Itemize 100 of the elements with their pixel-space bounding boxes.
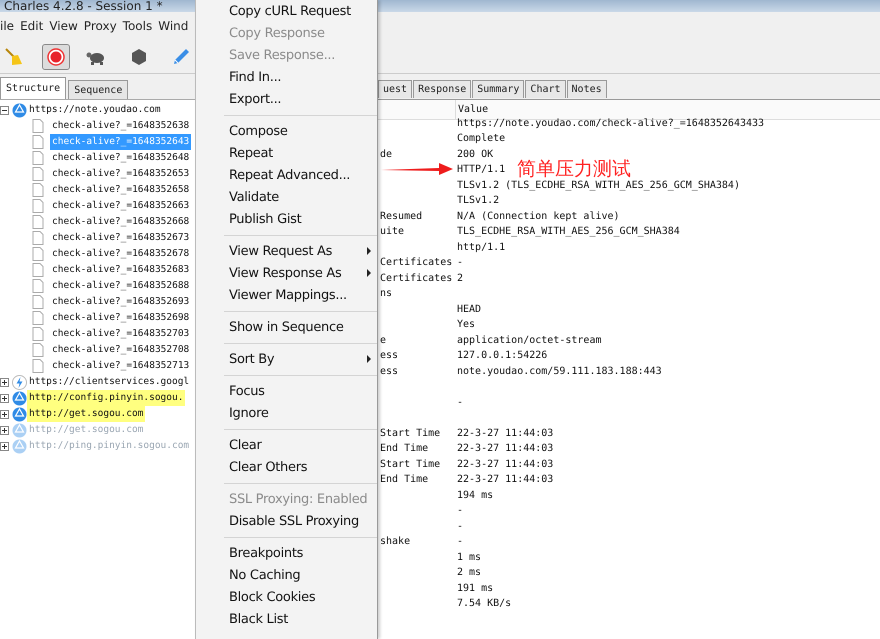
menu-title[interactable]: Edit bbox=[20, 19, 44, 33]
submenu-caret-icon bbox=[367, 355, 371, 363]
menu-item[interactable]: No Caching bbox=[224, 564, 377, 586]
menu-title[interactable]: ile bbox=[0, 19, 14, 33]
table-cell-text: 22-3-27 11:44:03 bbox=[456, 442, 554, 456]
table-cell-text: 194 ms bbox=[456, 488, 494, 502]
table-cell-text: http/1.1 bbox=[456, 240, 506, 254]
menu-item[interactable]: Clear Others bbox=[224, 456, 377, 478]
tree-item[interactable]: check-alive?_=1648352708 bbox=[50, 342, 192, 358]
table-cell-text: 1 ms bbox=[456, 550, 482, 564]
tree-item[interactable]: https://clientservices.googl bbox=[27, 374, 192, 390]
table-cell-text: - bbox=[456, 520, 464, 534]
table-cell-text: Start Time bbox=[379, 426, 440, 440]
expand-icon[interactable] bbox=[0, 442, 9, 450]
table-cell-text: application/octet-stream bbox=[456, 334, 602, 348]
tree-item[interactable]: check-alive?_=1648352703 bbox=[50, 326, 192, 342]
pen-icon bbox=[171, 46, 192, 66]
menu-item[interactable]: Export... bbox=[224, 88, 377, 110]
tree-item[interactable]: check-alive?_=1648352698 bbox=[50, 310, 192, 326]
table-cell-text: HEAD bbox=[456, 302, 482, 316]
tree-item[interactable]: check-alive?_=1648352653 bbox=[50, 166, 192, 182]
toolbar-button[interactable] bbox=[42, 44, 70, 70]
menu-item[interactable]: Ignore bbox=[224, 402, 377, 424]
menu-item[interactable]: Find In... bbox=[224, 66, 377, 88]
menu-title[interactable]: Wind bbox=[158, 19, 188, 33]
table-cell-text: 22-3-27 11:44:03 bbox=[456, 458, 554, 472]
tree-item[interactable]: check-alive?_=1648352688 bbox=[50, 278, 192, 294]
detail-tab[interactable]: Chart bbox=[525, 80, 566, 98]
table-cell-text: - bbox=[456, 256, 464, 270]
tree-item[interactable]: check-alive?_=1648352713 bbox=[50, 358, 192, 374]
menu-item[interactable]: Focus bbox=[224, 380, 377, 402]
view-tab[interactable]: Sequence bbox=[68, 80, 128, 99]
menu-item[interactable]: View Request As bbox=[224, 240, 377, 262]
table-cell-text: uite bbox=[379, 225, 404, 239]
tree-item[interactable]: check-alive?_=1648352648 bbox=[50, 150, 192, 166]
submenu-caret-icon bbox=[367, 269, 371, 277]
file-icon bbox=[32, 295, 44, 309]
file-icon bbox=[32, 327, 44, 341]
tree-item[interactable]: check-alive?_=1648352663 bbox=[50, 198, 192, 214]
menu-item[interactable]: Viewer Mappings... bbox=[224, 284, 377, 306]
tree-item[interactable]: check-alive?_=1648352668 bbox=[50, 214, 192, 230]
hexagon-icon bbox=[130, 48, 148, 66]
tree-item[interactable]: http://get.sogou.com bbox=[27, 406, 146, 422]
tree-item[interactable]: http://config.pinyin.sogou. bbox=[27, 390, 186, 406]
menu-item[interactable]: Breakpoints bbox=[224, 542, 377, 564]
menu-item[interactable]: View Response As bbox=[224, 262, 377, 284]
globe-icon bbox=[12, 390, 27, 406]
file-icon bbox=[32, 119, 44, 133]
file-icon bbox=[32, 359, 44, 373]
expand-icon[interactable] bbox=[0, 378, 9, 386]
tree-item[interactable]: check-alive?_=1648352693 bbox=[50, 294, 192, 310]
menu-title[interactable]: View bbox=[49, 19, 78, 33]
expand-icon[interactable] bbox=[0, 426, 9, 434]
table-cell-text: ns bbox=[379, 287, 392, 301]
menu-item[interactable]: Black List bbox=[224, 608, 377, 630]
detail-tab[interactable]: Notes bbox=[566, 80, 607, 98]
menu-item[interactable]: Copy cURL Request bbox=[224, 0, 377, 22]
submenu-caret-icon bbox=[367, 247, 371, 255]
window-title: Charles 4.2.8 - Session 1 * bbox=[4, 0, 163, 12]
tree-item[interactable]: check-alive?_=1648352658 bbox=[50, 182, 192, 198]
tree-item[interactable]: check-alive?_=1648352678 bbox=[50, 246, 192, 262]
detail-tab[interactable]: Summary bbox=[472, 80, 524, 98]
expand-icon[interactable] bbox=[0, 410, 9, 418]
table-cell-text: 191 ms bbox=[456, 582, 494, 596]
menu-item[interactable]: Disable SSL Proxying bbox=[224, 510, 377, 532]
menu-item[interactable]: Validate bbox=[224, 186, 377, 208]
menu-item[interactable]: Repeat Advanced... bbox=[224, 164, 377, 186]
menu-item[interactable]: Repeat bbox=[224, 142, 377, 164]
table-cell-text: 22-3-27 11:44:03 bbox=[456, 426, 554, 440]
expand-icon[interactable] bbox=[0, 394, 9, 402]
menu-item[interactable]: Publish Gist bbox=[224, 208, 377, 230]
file-icon bbox=[32, 343, 44, 357]
tree-item[interactable]: https://note.youdao.com bbox=[27, 102, 163, 118]
menu-item[interactable]: Show in Sequence bbox=[224, 316, 377, 338]
table-cell-text: TLS_ECDHE_RSA_WITH_AES_256_GCM_SHA384 bbox=[456, 225, 680, 239]
menu-title[interactable]: Proxy bbox=[84, 19, 117, 33]
tree-item[interactable]: check-alive?_=1648352638 bbox=[50, 118, 192, 134]
detail-tab[interactable]: uest bbox=[378, 80, 412, 98]
detail-tab[interactable]: Response bbox=[413, 80, 472, 98]
menu-item[interactable]: Sort By bbox=[224, 348, 377, 370]
tree-item[interactable]: check-alive?_=1648352673 bbox=[50, 230, 192, 246]
file-icon bbox=[32, 199, 44, 213]
broom-icon bbox=[4, 46, 24, 66]
file-icon bbox=[32, 151, 44, 165]
table-cell-text: - bbox=[456, 535, 464, 549]
menu-item[interactable]: Block Cookies bbox=[224, 586, 377, 608]
tree-item[interactable]: check-alive?_=1648352683 bbox=[50, 262, 192, 278]
table-cell-text: End Time bbox=[379, 473, 428, 487]
table-cell-text: End Time bbox=[379, 442, 428, 456]
view-tab[interactable]: Structure bbox=[0, 77, 66, 99]
table-cell-text: TLSv1.2 (TLS_ECDHE_RSA_WITH_AES_256_GCM_SHA384) bbox=[456, 178, 740, 192]
menu-item[interactable]: Clear bbox=[224, 434, 377, 456]
table-cell-text: HTTP/1.1 bbox=[456, 163, 506, 177]
menu-title[interactable]: Tools bbox=[122, 19, 152, 33]
collapse-icon[interactable] bbox=[0, 106, 9, 114]
table-cell-text: 7.54 KB/s bbox=[456, 597, 512, 611]
file-icon bbox=[32, 215, 44, 229]
table-cell-text: Certificates bbox=[379, 256, 452, 270]
menu-item[interactable]: Compose bbox=[224, 120, 377, 142]
table-cell-text: Resumed bbox=[379, 210, 422, 224]
